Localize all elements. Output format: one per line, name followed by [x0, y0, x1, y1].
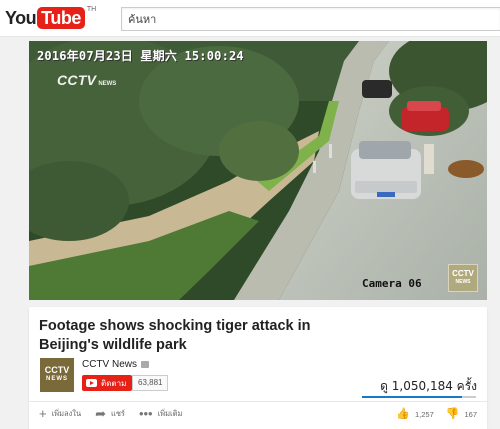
action-bar: + เพิ่มลงใน ➦ แชร์ ••• เพิ่มเติม	[39, 407, 196, 421]
video-info-panel: Footage shows shocking tiger attack in B…	[29, 307, 487, 429]
more-button[interactable]: ••• เพิ่มเติม	[139, 407, 183, 421]
more-label: เพิ่มเติม	[157, 409, 183, 418]
channel-name-link[interactable]: CCTV News	[82, 359, 150, 370]
logo-you-text: You	[5, 8, 37, 28]
video-title: Footage shows shocking tiger attack in B…	[39, 318, 311, 353]
verified-badge-icon	[141, 361, 150, 368]
rating-bar: 👍 1,257 👎 167	[396, 407, 477, 421]
share-arrow-icon: ➦	[95, 406, 106, 421]
cctv-timestamp: 2016年07月23日 星期六 15:00:24	[37, 49, 244, 63]
plus-icon: +	[39, 406, 47, 421]
dislike-count: 167	[464, 409, 477, 419]
divider	[29, 401, 487, 402]
search-box[interactable]	[121, 7, 500, 31]
share-button[interactable]: ➦ แชร์	[95, 407, 125, 421]
like-ratio-bar	[362, 396, 476, 398]
logo-country-suffix: TH	[86, 6, 97, 13]
cctv-news-logo: CCTV NEWS	[57, 72, 116, 88]
watermark-subtext: NEWS	[455, 279, 471, 285]
add-to-button[interactable]: + เพิ่มลงใน	[39, 407, 81, 421]
channel-avatar[interactable]: CCTV NEWS	[40, 358, 74, 392]
view-count: ดู 1,050,184 ครั้ง	[380, 379, 477, 393]
add-to-label: เพิ่มลงใน	[51, 409, 82, 418]
youtube-logo[interactable]: You Tube TH	[5, 6, 96, 32]
subscribe-button[interactable]: ติดตาม	[82, 375, 133, 391]
avatar-subtext: NEWS	[46, 376, 68, 382]
thumbs-down-icon[interactable]: 👎	[446, 407, 460, 421]
cctv-logo-text: CCTV	[57, 72, 97, 88]
masthead: You Tube TH	[0, 0, 500, 37]
like-count: 1,257	[415, 409, 434, 419]
thumbs-up-icon[interactable]: 👍	[396, 407, 410, 421]
dislike-ratio-fill	[462, 396, 476, 398]
logo-tube-text: Tube	[37, 7, 85, 29]
cctv-watermark: CCTV NEWS	[448, 264, 478, 292]
watermark-text: CCTV	[452, 269, 474, 278]
youtube-play-icon	[86, 379, 97, 387]
cctv-logo-subtext: NEWS	[98, 81, 117, 87]
avatar-text: CCTV	[44, 365, 70, 375]
subscribe-label: ติดตาม	[101, 378, 127, 388]
search-input[interactable]	[122, 8, 500, 30]
more-dots-icon: •••	[138, 406, 153, 421]
video-player[interactable]: 2016年07月23日 星期六 15:00:24 CCTV NEWS Camer…	[29, 41, 487, 300]
subscriber-count: 63,881	[132, 375, 169, 391]
camera-label: Camera 06	[362, 277, 422, 290]
share-label: แชร์	[111, 409, 125, 418]
channel-name: CCTV News	[82, 359, 138, 370]
